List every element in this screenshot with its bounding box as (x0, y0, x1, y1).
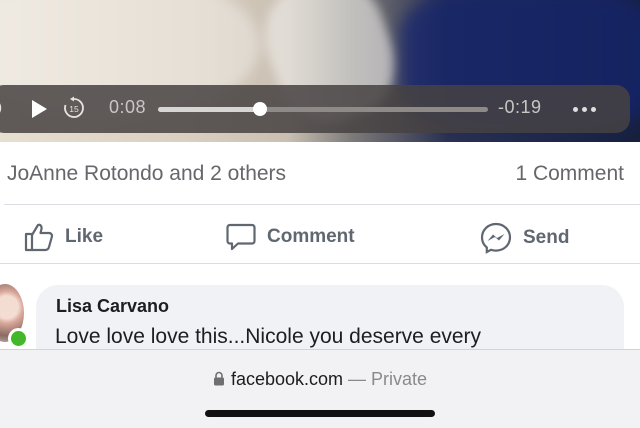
volume-icon[interactable] (0, 99, 6, 117)
like-icon (24, 223, 54, 252)
comment-count[interactable]: 1 Comment (515, 162, 624, 186)
like-label: Like (65, 226, 104, 247)
divider (0, 263, 640, 264)
comment-button[interactable]: Comment (225, 221, 355, 253)
browser-bottom-bar: facebook.com — Private (0, 349, 640, 428)
reaction-names[interactable]: JoAnne Rotondo and 2 others (7, 162, 286, 186)
current-time: 0:08 (109, 97, 147, 117)
post-actions: Like Comment Send (0, 205, 640, 263)
replay-15-button[interactable]: 15 (62, 96, 86, 120)
like-button[interactable]: Like (23, 221, 103, 253)
reactions-summary: JoAnne Rotondo and 2 others 1 Comment (0, 142, 640, 204)
comment-author[interactable]: Lisa Carvano (56, 296, 169, 317)
send-label: Send (523, 227, 570, 248)
seek-bar-progress (158, 107, 261, 112)
comment-icon (226, 223, 256, 251)
seek-bar[interactable] (158, 102, 488, 116)
seek-handle[interactable] (253, 102, 268, 116)
video-player[interactable]: 15 0:08 -0:19 (0, 0, 640, 142)
lock-icon (213, 371, 224, 386)
url-domain: facebook.com (230, 369, 344, 389)
more-icon[interactable] (573, 97, 601, 121)
send-button[interactable]: Send (479, 221, 569, 255)
comment-label: Comment (267, 226, 355, 247)
video-controls-bar: 15 0:08 -0:19 (0, 85, 630, 133)
remaining-time: -0:19 (498, 97, 542, 117)
replay-15-label: 15 (69, 104, 79, 114)
online-status-dot (8, 328, 29, 349)
play-icon[interactable] (28, 98, 50, 120)
commenter-avatar[interactable] (0, 284, 29, 349)
messenger-icon (480, 222, 512, 254)
home-indicator[interactable] (205, 410, 435, 417)
address-bar[interactable]: facebook.com — Private (0, 369, 640, 390)
private-label: — Private (343, 369, 428, 389)
replay-15-icon: 15 (64, 96, 84, 118)
comment-text: Love love love this...Nicole you deserve… (55, 325, 482, 348)
